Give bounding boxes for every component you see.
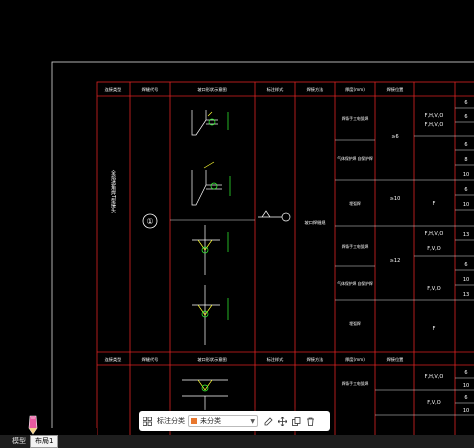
position-3: F xyxy=(433,201,436,207)
position-7: F xyxy=(433,326,436,332)
category-color-swatch xyxy=(191,418,197,424)
second-header-groove-shape: 坡口形状示意图 xyxy=(197,356,226,363)
position-2: F,H,V,O xyxy=(425,122,444,128)
second-val-3: 6 xyxy=(464,395,467,401)
right-val-8: 13 xyxy=(463,232,469,238)
layout-tab-bar: 模型 布局1 xyxy=(0,435,474,448)
pencil-icon xyxy=(28,415,38,435)
weld-symbol xyxy=(258,210,291,222)
second-method: 焊条手工电弧焊 xyxy=(342,381,369,386)
right-val-2: 6 xyxy=(464,114,467,120)
section-title: 全熔透角焊T型接头 xyxy=(110,169,116,214)
tab-layout1[interactable]: 布局1 xyxy=(30,435,59,448)
right-val-9: 6 xyxy=(464,262,467,268)
copy-icon[interactable] xyxy=(289,413,303,429)
position-4: F,H,V,O xyxy=(425,231,444,237)
category-select[interactable]: 未分类 ▼ xyxy=(188,415,258,427)
weld-method-spec: 坡口焊缝规 xyxy=(305,219,326,226)
groove-sketch-5 xyxy=(182,379,228,410)
annotation-category-label: 标注分类 xyxy=(157,417,185,425)
method-5: 气体保护焊 自保护焊 xyxy=(337,281,373,286)
move-icon[interactable] xyxy=(275,413,289,429)
thickness-3: ≥12 xyxy=(390,258,401,264)
method-6: 埋弧焊 xyxy=(349,321,361,326)
edit-icon[interactable] xyxy=(261,413,275,429)
thickness-2: ≥10 xyxy=(390,196,401,202)
header-weld-code: 焊缝代号 xyxy=(142,86,159,93)
groove-sketch-1 xyxy=(191,110,229,136)
groove-sketch-4 xyxy=(192,285,229,345)
second-header-weld-method: 焊接方法 xyxy=(307,356,324,363)
header-groove-shape: 坡口形状示意图 xyxy=(197,86,226,93)
right-val-10: 10 xyxy=(463,277,469,283)
method-3: 埋弧焊 xyxy=(349,201,361,206)
weld-number: ① xyxy=(146,217,153,226)
right-val-6: 6 xyxy=(464,187,467,193)
tab-model[interactable]: 模型 xyxy=(8,436,30,447)
second-header-annotation-style: 标注样式 xyxy=(267,356,285,363)
drawing-frame xyxy=(51,61,474,443)
cad-drawing-canvas[interactable]: 连接类型 焊缝代号 坡口形状示意图 标注样式 焊接方法 厚度(mm) 焊接位置 … xyxy=(0,0,474,448)
second-val-1: 6 xyxy=(464,370,467,376)
model-space-hint xyxy=(0,428,97,435)
header-annotation-style: 标注样式 xyxy=(267,86,285,93)
second-val-2: 10 xyxy=(463,383,469,389)
second-val-4: 10 xyxy=(463,408,469,414)
second-header-weld-code: 焊缝代号 xyxy=(142,356,159,363)
groove-sketch-2 xyxy=(191,161,231,206)
method-2: 气体保护焊 自保护焊 xyxy=(337,156,373,161)
second-position-2: F,V,O xyxy=(427,400,440,406)
header-connection-type: 连接类型 xyxy=(105,86,122,93)
chevron-down-icon: ▼ xyxy=(250,417,255,425)
position-5: F,V,O xyxy=(427,246,440,252)
header-weld-method: 焊接方法 xyxy=(307,86,324,93)
method-1: 焊条手工电弧焊 xyxy=(342,116,369,121)
grid-icon[interactable] xyxy=(139,413,155,429)
position-6: F,V,O xyxy=(427,286,440,292)
right-val-7: 10 xyxy=(463,202,469,208)
second-header-weld-position: 焊接位置 xyxy=(387,356,404,363)
second-position-1: F,H,V,O xyxy=(425,374,444,380)
method-4: 焊条手工电弧焊 xyxy=(342,244,369,249)
second-header-thickness: 厚度(mm) xyxy=(345,356,365,363)
second-header-connection-type: 连接类型 xyxy=(105,356,122,363)
annotation-toolbar: 标注分类 未分类 ▼ xyxy=(139,411,330,431)
table-rows xyxy=(170,107,474,416)
right-val-5: 10 xyxy=(463,172,469,178)
delete-icon[interactable] xyxy=(303,413,317,429)
right-val-1: 6 xyxy=(464,100,467,106)
position-1: F,H,V,O xyxy=(425,113,444,119)
header-thickness: 厚度(mm) xyxy=(345,86,365,93)
groove-sketch-3 xyxy=(192,225,229,275)
right-val-4: 8 xyxy=(464,157,467,163)
thickness-1: ≥6 xyxy=(391,134,398,140)
header-weld-position: 焊接位置 xyxy=(387,86,404,93)
right-val-3: 6 xyxy=(464,142,467,148)
right-val-11: 13 xyxy=(463,292,469,298)
category-value: 未分类 xyxy=(200,417,221,425)
